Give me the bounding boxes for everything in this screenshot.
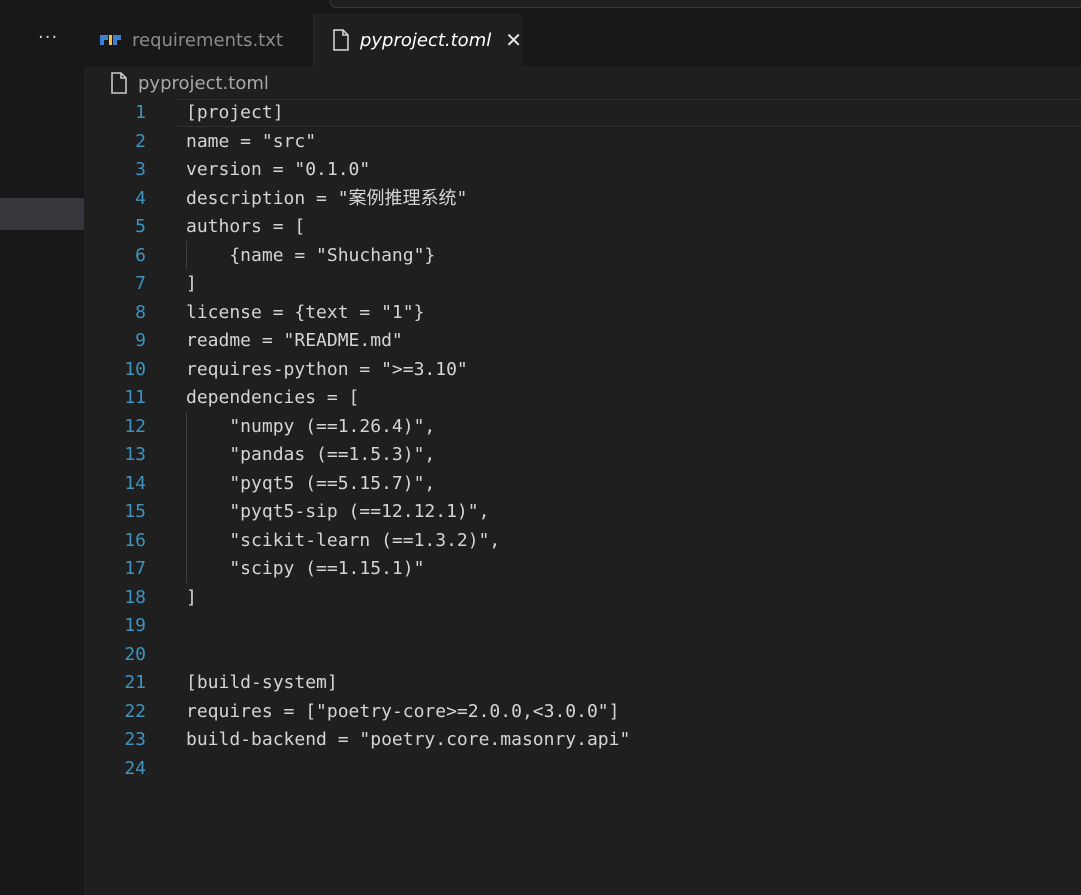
sidebar-selected-item[interactable] <box>0 198 84 230</box>
line-text: "numpy (==1.26.4)", <box>186 415 436 437</box>
tab-requirements[interactable]: requirements.txt <box>84 14 314 66</box>
line-number: 18 <box>124 586 146 608</box>
line-number: 20 <box>124 643 146 665</box>
line-number: 24 <box>124 757 146 779</box>
line-text: authors = [ <box>186 216 306 237</box>
code-line[interactable]: 20 <box>84 641 1081 670</box>
code-line[interactable]: 2 name = "src" <box>84 128 1081 157</box>
line-number: 8 <box>135 301 146 323</box>
code-line[interactable]: 9 readme = "README.md" <box>84 327 1081 356</box>
code-line[interactable]: 10 requires-python = ">=3.10" <box>84 356 1081 385</box>
line-text: ] <box>186 586 197 608</box>
code-line[interactable]: 16 "scikit-learn (==1.3.2)", <box>84 527 1081 556</box>
code-line[interactable]: 3 version = "0.1.0" <box>84 156 1081 185</box>
line-number: 22 <box>124 700 146 722</box>
code-line[interactable]: 13 "pandas (==1.5.3)", <box>84 441 1081 470</box>
sidebar: ··· <box>0 14 84 895</box>
code-line[interactable]: 5 authors = [ <box>84 213 1081 242</box>
line-number: 7 <box>135 273 146 294</box>
line-number: 1 <box>135 102 146 123</box>
code-line[interactable]: 12 "numpy (==1.26.4)", <box>84 413 1081 442</box>
line-text: {name = "Shuchang"} <box>186 244 436 266</box>
line-text: "scipy (==1.15.1)" <box>186 558 425 579</box>
code-line[interactable]: 6 {name = "Shuchang"} <box>84 242 1081 271</box>
line-text: "pyqt5 (==5.15.7)", <box>186 472 436 494</box>
line-text: "pandas (==1.5.3)", <box>186 444 436 465</box>
line-text: requires = ["poetry-core>=2.0.0,<3.0.0"] <box>186 700 620 722</box>
file-icon <box>111 72 127 94</box>
line-number: 13 <box>124 444 146 465</box>
file-icon <box>333 29 349 51</box>
line-text: license = {text = "1"} <box>186 301 425 323</box>
line-text: build-backend = "poetry.core.masonry.api… <box>186 729 631 750</box>
code-line[interactable]: 18] <box>84 584 1081 613</box>
command-center[interactable] <box>330 0 1081 8</box>
code-editor[interactable]: 1 [project] 2 name = "src" 3 version = "0.1.0… <box>84 98 1081 895</box>
code-line[interactable]: 24 <box>84 755 1081 784</box>
line-number: 3 <box>135 159 146 180</box>
line-number: 11 <box>124 387 146 408</box>
line-text: readme = "README.md" <box>186 330 403 351</box>
line-number: 5 <box>135 216 146 237</box>
title-bar <box>0 0 1081 14</box>
line-text: name = "src" <box>186 130 317 152</box>
code-line[interactable]: 17 "scipy (==1.15.1)" <box>84 555 1081 584</box>
line-text: dependencies = [ <box>186 387 360 408</box>
code-line[interactable]: 4 description = "案例推理系统" <box>84 185 1081 214</box>
code-line[interactable]: 7] <box>84 270 1081 299</box>
breadcrumb-item-file[interactable]: pyproject.toml <box>138 73 269 94</box>
line-number: 14 <box>124 472 146 494</box>
code-line[interactable]: 1 [project] <box>84 99 1081 128</box>
line-text: ] <box>186 273 197 294</box>
code-line[interactable]: 15 "pyqt5-sip (==12.12.1)", <box>84 498 1081 527</box>
line-text: "pyqt5-sip (==12.12.1)", <box>186 501 490 522</box>
tab-pyproject[interactable]: pyproject.toml ✕ <box>314 14 522 66</box>
line-number: 6 <box>135 244 146 266</box>
line-text: [project] <box>186 102 284 123</box>
code-line[interactable]: 8 license = {text = "1"} <box>84 299 1081 328</box>
line-number: 10 <box>124 358 146 380</box>
code-line[interactable]: 11 dependencies = [ <box>84 384 1081 413</box>
tab-label: pyproject.toml <box>359 29 492 51</box>
line-number: 17 <box>124 558 146 579</box>
tab-label: requirements.txt <box>132 29 283 51</box>
code-line[interactable]: 19 <box>84 612 1081 641</box>
code-line[interactable]: 23 build-backend = "poetry.core.masonry.a… <box>84 726 1081 755</box>
more-actions-icon[interactable]: ··· <box>38 28 58 48</box>
code-line[interactable]: 21 [build-system] <box>84 669 1081 698</box>
line-text: description = "案例推理系统" <box>186 187 468 209</box>
editor-window: ··· requirements.txt pyproject.toml ✕ py… <box>0 0 1081 895</box>
line-number: 15 <box>124 501 146 522</box>
line-text: requires-python = ">=3.10" <box>186 358 468 380</box>
line-number: 9 <box>135 330 146 351</box>
close-icon[interactable]: ✕ <box>505 30 522 50</box>
pip-icon <box>100 35 121 45</box>
line-number: 19 <box>124 615 146 636</box>
line-number: 21 <box>124 672 146 693</box>
line-text: [build-system] <box>186 672 338 693</box>
line-number: 2 <box>135 130 146 152</box>
line-number: 23 <box>124 729 146 750</box>
tab-bar: requirements.txt pyproject.toml ✕ <box>84 14 1081 66</box>
code-line[interactable]: 22 requires = ["poetry-core>=2.0.0,<3.0.0… <box>84 698 1081 727</box>
line-number: 4 <box>135 187 146 209</box>
line-number: 16 <box>124 529 146 551</box>
code-line[interactable]: 14 "pyqt5 (==5.15.7)", <box>84 470 1081 499</box>
line-number: 12 <box>124 415 146 437</box>
line-text: "scikit-learn (==1.3.2)", <box>186 529 501 551</box>
line-text: version = "0.1.0" <box>186 159 371 180</box>
breadcrumb: pyproject.toml <box>110 68 269 98</box>
